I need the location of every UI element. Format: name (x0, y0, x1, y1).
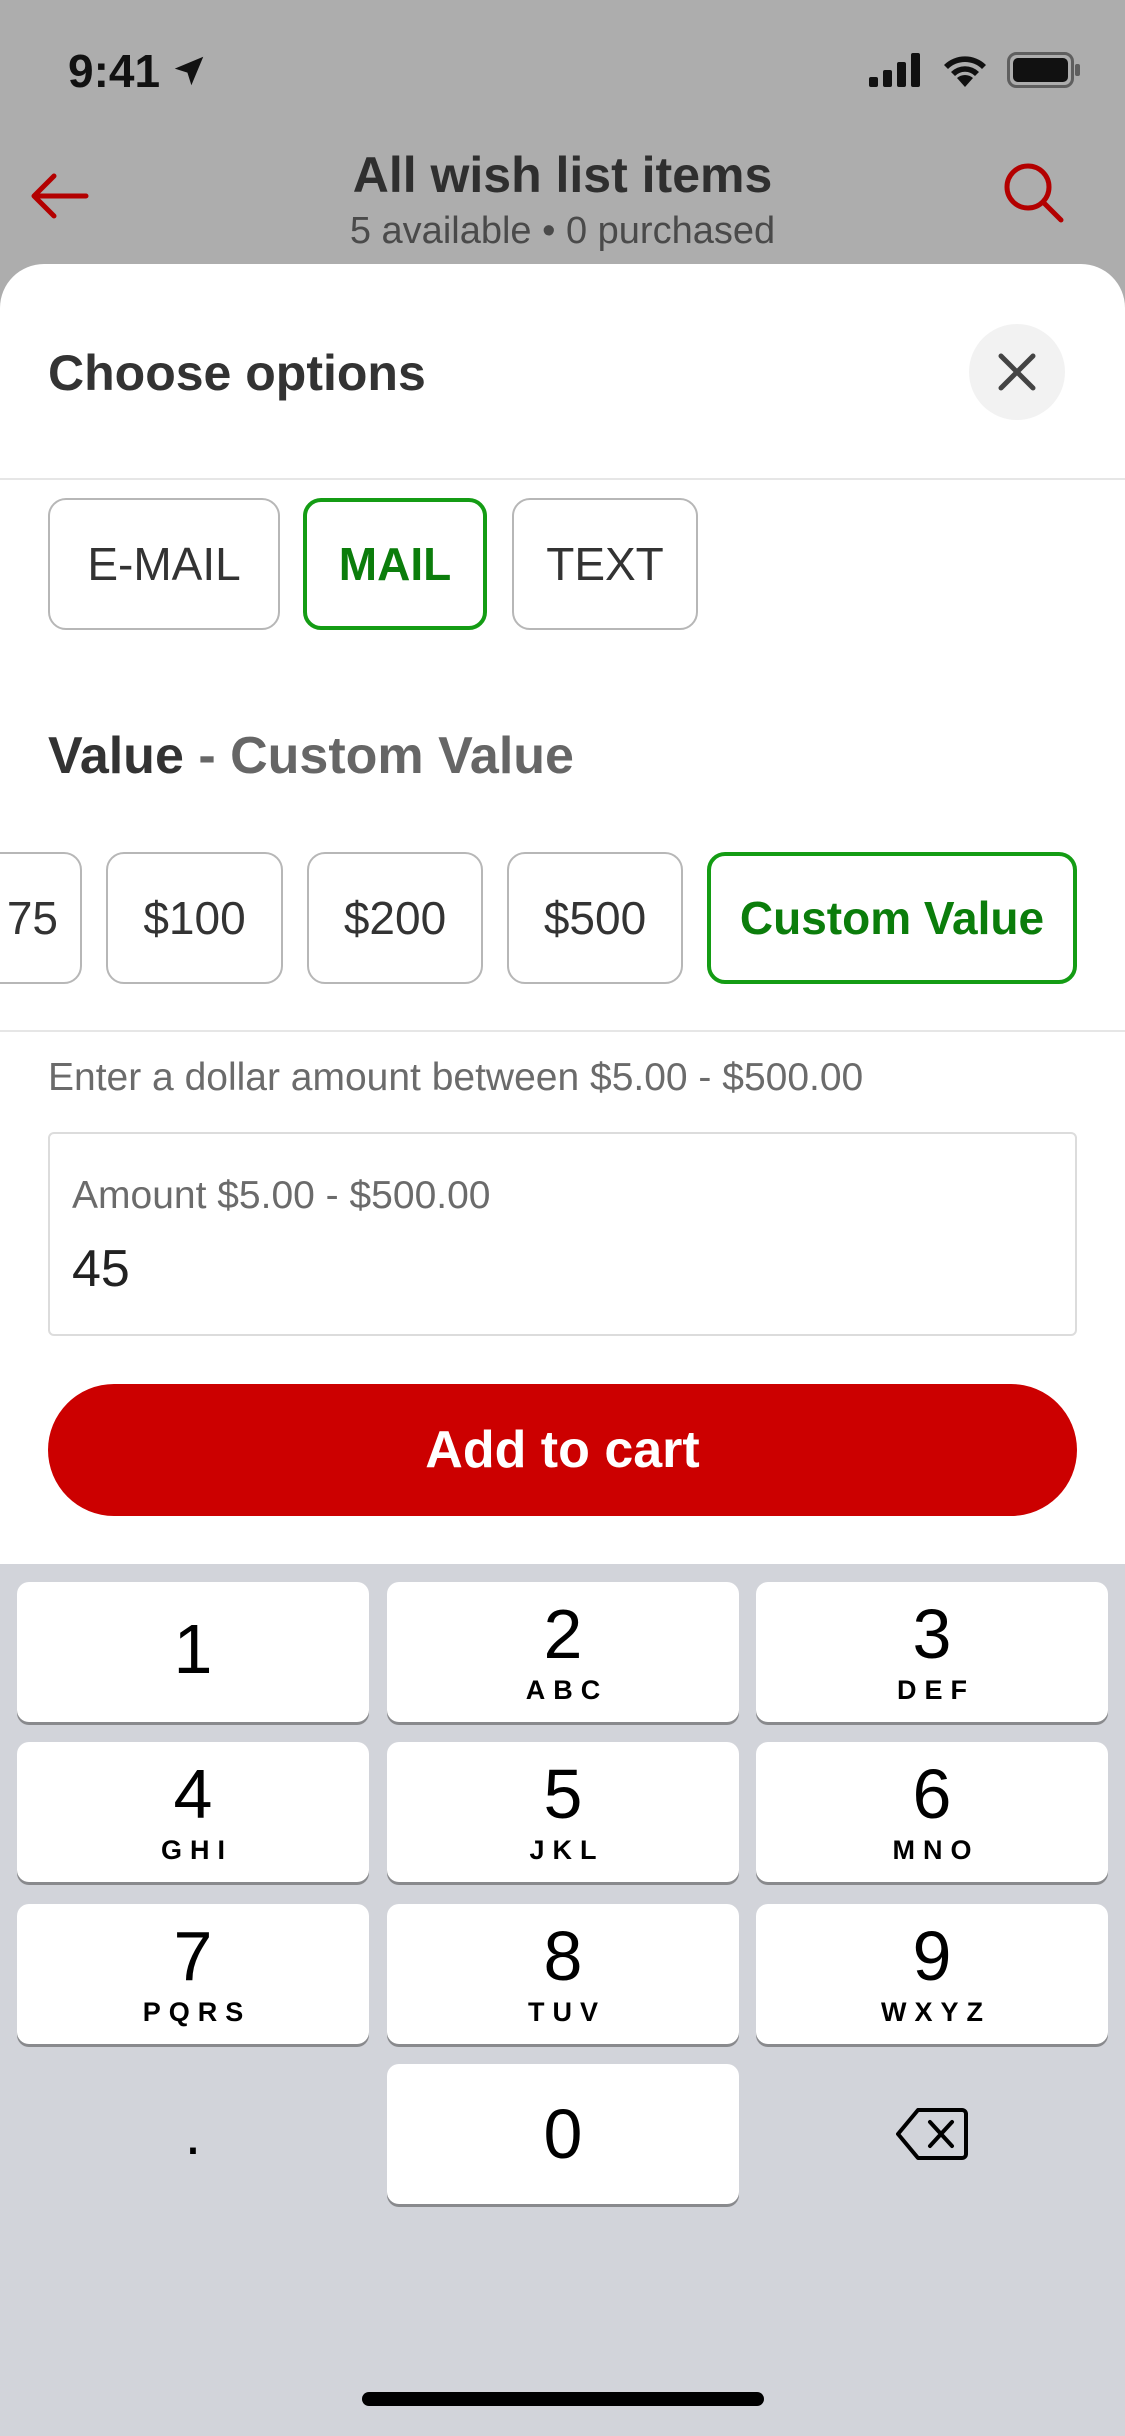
numeric-keyboard: 1 2 ABC 3 DEF 4 GHI 5 JKL 6 MNO 7 PQRS 8… (0, 1564, 1125, 2436)
sheet-divider (0, 478, 1125, 480)
amount-hint: Enter a dollar amount between $5.00 - $5… (48, 1056, 864, 1099)
value-option-100[interactable]: $100 (106, 852, 283, 984)
add-to-cart-button[interactable]: Add to cart (48, 1384, 1077, 1516)
value-option-75[interactable]: 75 (0, 852, 82, 984)
sheet-title: Choose options (48, 345, 426, 401)
close-icon (998, 353, 1036, 391)
search-button[interactable] (1001, 160, 1067, 226)
key-9[interactable]: 9 WXYZ (756, 1904, 1108, 2044)
value-option-custom[interactable]: Custom Value (707, 852, 1077, 984)
status-icons (869, 52, 1081, 88)
delivery-option-email[interactable]: E-MAIL (48, 498, 280, 630)
wifi-icon (944, 56, 986, 87)
backspace-icon (896, 2108, 968, 2160)
key-4[interactable]: 4 GHI (17, 1742, 369, 1882)
page-header: All wish list items 5 available • 0 purc… (0, 140, 1125, 270)
value-section-title: Value - Custom Value (48, 727, 574, 785)
key-3[interactable]: 3 DEF (756, 1582, 1108, 1722)
key-8[interactable]: 8 TUV (387, 1904, 739, 2044)
key-decimal[interactable]: . (17, 2064, 369, 2204)
battery-icon (1007, 52, 1080, 88)
search-icon (1004, 163, 1064, 223)
key-6[interactable]: 6 MNO (756, 1742, 1108, 1882)
delivery-option-mail[interactable]: MAIL (303, 498, 487, 630)
status-bar: 9:41 (0, 0, 1125, 140)
page-title: All wish list items (352, 147, 773, 203)
key-delete[interactable] (756, 2064, 1108, 2204)
amount-input[interactable] (72, 1234, 1052, 1304)
amount-field-label: Amount $5.00 - $500.00 (72, 1174, 491, 1217)
key-2[interactable]: 2 ABC (387, 1582, 739, 1722)
home-indicator (362, 2392, 764, 2406)
key-0[interactable]: 0 (387, 2064, 739, 2204)
key-7[interactable]: 7 PQRS (17, 1904, 369, 2044)
location-arrow-icon (174, 56, 204, 86)
close-button[interactable] (969, 324, 1065, 420)
value-divider (0, 1030, 1125, 1032)
key-5[interactable]: 5 JKL (387, 1742, 739, 1882)
value-option-500[interactable]: $500 (507, 852, 683, 984)
choose-options-sheet: Choose options E-MAIL MAIL TEXT Value - … (0, 264, 1125, 1564)
key-1[interactable]: 1 (17, 1582, 369, 1722)
delivery-option-text[interactable]: TEXT (512, 498, 698, 630)
page-subtitle: 5 available • 0 purchased (349, 210, 776, 252)
amount-field[interactable]: Amount $5.00 - $500.00 (48, 1132, 1077, 1336)
status-time: 9:41 (68, 44, 208, 98)
cellular-signal-icon (869, 53, 920, 87)
value-option-200[interactable]: $200 (307, 852, 483, 984)
